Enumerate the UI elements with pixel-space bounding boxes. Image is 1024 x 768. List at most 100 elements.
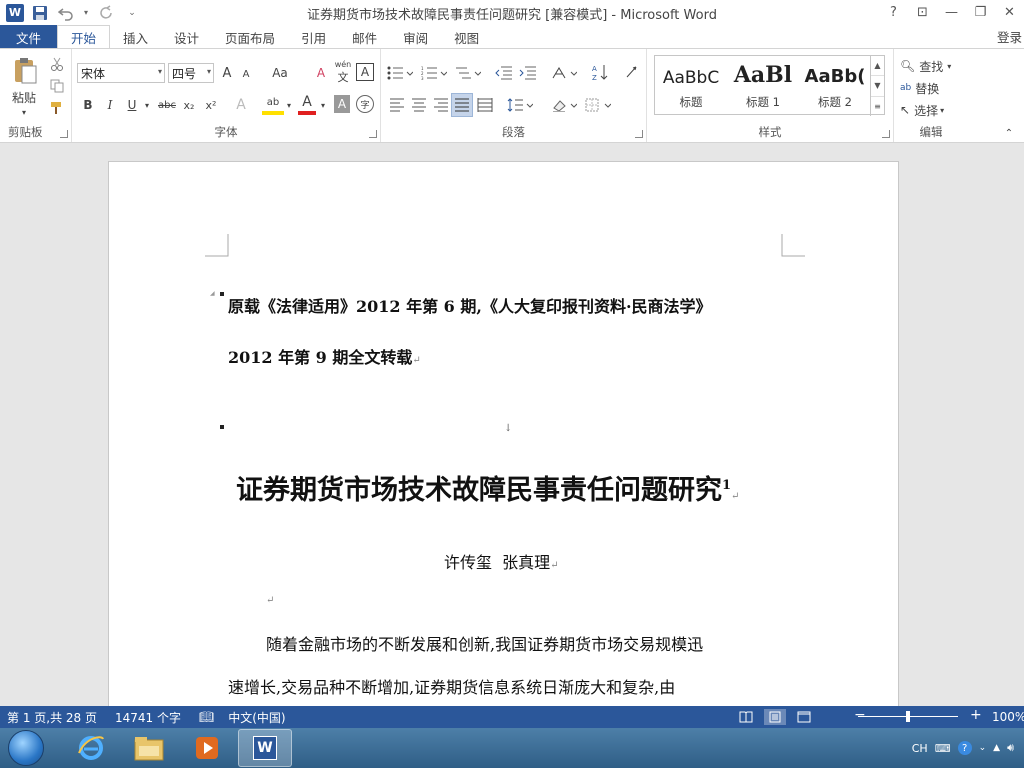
customize-qat-icon[interactable]: ⌄: [122, 3, 142, 23]
gallery-more-icon[interactable]: ≡: [871, 97, 884, 116]
source-note-line-2[interactable]: 2012 年第 9 期全文转载↵: [228, 344, 421, 368]
media-player-icon[interactable]: [180, 729, 234, 767]
style-heading-1[interactable]: AaBl 标题 1: [727, 58, 799, 114]
tab-insert[interactable]: 插入: [110, 25, 161, 49]
tab-mailings[interactable]: 邮件: [339, 25, 390, 49]
zoom-track[interactable]: [858, 711, 958, 722]
web-layout-icon[interactable]: [796, 709, 812, 725]
select-button[interactable]: ↖ 选择 ▾: [900, 101, 960, 119]
zoom-thumb[interactable]: [906, 711, 910, 722]
tab-design[interactable]: 设计: [161, 25, 212, 49]
increase-indent-icon[interactable]: [517, 63, 539, 83]
decrease-indent-icon[interactable]: [493, 63, 515, 83]
tab-file[interactable]: 文件: [0, 25, 57, 49]
styles-launcher-icon[interactable]: [882, 130, 890, 138]
format-painter-icon[interactable]: [48, 99, 66, 117]
style-heading-2[interactable]: AaBb( 标题 2: [799, 58, 871, 114]
proofing-icon[interactable]: 📖︎: [199, 710, 214, 724]
font-color-button[interactable]: A: [298, 93, 316, 115]
copy-icon[interactable]: [48, 77, 66, 95]
strikethrough-button[interactable]: abc: [156, 95, 178, 115]
restore-button[interactable]: ❐: [966, 0, 995, 25]
underline-dropdown-icon[interactable]: ▾: [142, 95, 152, 115]
zoom-in-icon[interactable]: +: [970, 707, 982, 723]
undo-icon[interactable]: [56, 3, 76, 23]
language-status[interactable]: 中文(中国): [228, 709, 285, 726]
numbering-icon[interactable]: 123: [419, 63, 449, 83]
tab-home[interactable]: 开始: [57, 25, 111, 50]
start-button-icon[interactable]: [8, 730, 44, 766]
word-app-icon[interactable]: W: [6, 3, 24, 22]
collapse-ribbon-icon[interactable]: ⌃: [1002, 127, 1016, 139]
justify-icon[interactable]: [451, 93, 473, 117]
character-shading-button[interactable]: A: [334, 95, 350, 113]
borders-icon[interactable]: [583, 95, 613, 115]
align-center-icon[interactable]: [409, 95, 429, 115]
cut-icon[interactable]: [48, 55, 66, 73]
redo-icon[interactable]: [96, 3, 116, 23]
font-color-dropdown-icon[interactable]: ▾: [318, 95, 328, 115]
bold-button[interactable]: B: [80, 95, 96, 115]
paste-dropdown-icon[interactable]: ▾: [18, 107, 30, 117]
undo-dropdown-icon[interactable]: ▾: [82, 3, 90, 23]
tab-references[interactable]: 引用: [288, 25, 339, 49]
source-note-line-1[interactable]: 原载《法律适用》2012 年第 6 期,《人大复印报刊资料·民商法学》: [228, 293, 712, 317]
zoom-slider[interactable]: − +: [844, 707, 982, 725]
text-effects-button[interactable]: A: [232, 95, 250, 115]
replace-button[interactable]: ab 替换: [900, 79, 960, 97]
ie-icon[interactable]: [64, 729, 118, 767]
save-icon[interactable]: [30, 3, 50, 23]
read-mode-icon[interactable]: [738, 709, 754, 725]
paste-icon[interactable]: [8, 55, 42, 87]
underline-button[interactable]: U: [124, 95, 140, 115]
phonetic-guide-button[interactable]: wén 文: [332, 60, 354, 84]
clear-formatting-button[interactable]: A: [312, 63, 330, 83]
find-button[interactable]: 🔍︎ 查找 ▾: [900, 57, 960, 75]
style-title[interactable]: AaBbC 标题: [655, 58, 727, 114]
gallery-up-icon[interactable]: ▲: [871, 56, 884, 77]
line-spacing-icon[interactable]: [505, 95, 535, 115]
title-footnote-ref[interactable]: 1: [722, 478, 731, 493]
align-left-icon[interactable]: [387, 95, 407, 115]
keyboard-icon[interactable]: ⌨: [935, 742, 951, 755]
tab-view[interactable]: 视图: [441, 25, 492, 49]
font-name-combo[interactable]: 宋体 ▾: [77, 63, 165, 83]
asian-layout-icon[interactable]: [549, 63, 579, 83]
font-launcher-icon[interactable]: [369, 130, 377, 138]
subscript-button[interactable]: x₂: [180, 95, 198, 115]
grow-font-button[interactable]: A: [218, 63, 236, 83]
tab-review[interactable]: 审阅: [390, 25, 441, 49]
highlight-dropdown-icon[interactable]: ▾: [284, 95, 294, 115]
italic-button[interactable]: I: [102, 95, 118, 115]
body-line-2[interactable]: 速增长,交易品种不断增加,证券期货信息系统日渐庞大和复杂,由: [228, 674, 675, 698]
distributed-icon[interactable]: [475, 95, 495, 115]
paste-button[interactable]: 粘贴: [4, 89, 44, 105]
tray-options-icon[interactable]: ⌄: [979, 743, 987, 753]
word-count-status[interactable]: 14741 个字: [115, 709, 181, 726]
volume-icon[interactable]: 🔊︎: [1007, 741, 1014, 755]
gallery-down-icon[interactable]: ▼: [871, 76, 884, 97]
show-hide-marks-icon[interactable]: [621, 61, 643, 83]
help-button[interactable]: ?: [879, 0, 908, 25]
page-count-status[interactable]: 第 1 页,共 28 页: [7, 709, 97, 726]
highlight-button[interactable]: ab: [262, 93, 284, 115]
document-authors[interactable]: 许传玺 张真理↵: [444, 549, 559, 573]
body-line-1[interactable]: 随着金融市场的不断发展和创新,我国证券期货市场交易规模迅: [266, 631, 703, 655]
paragraph-shading-icon[interactable]: [549, 95, 579, 115]
minimize-button[interactable]: —: [937, 0, 966, 25]
print-layout-icon[interactable]: [764, 709, 786, 725]
character-border-button[interactable]: A: [356, 63, 374, 81]
show-hidden-icons-icon[interactable]: ▲: [993, 743, 1000, 753]
ribbon-display-options-button[interactable]: ⊡: [908, 0, 937, 25]
explorer-icon[interactable]: [122, 729, 176, 767]
font-size-combo[interactable]: 四号 ▾: [168, 63, 214, 83]
tab-page-layout[interactable]: 页面布局: [212, 25, 288, 49]
enclose-characters-button[interactable]: 字: [356, 95, 374, 113]
bullets-icon[interactable]: [385, 63, 415, 83]
sign-in-link[interactable]: 登录: [997, 27, 1022, 46]
sort-icon[interactable]: AZ: [589, 61, 611, 83]
change-case-button[interactable]: Aa: [266, 63, 294, 83]
multilevel-list-icon[interactable]: [453, 63, 483, 83]
ime-indicator[interactable]: CH: [912, 742, 928, 755]
shrink-font-button[interactable]: A: [238, 65, 254, 83]
